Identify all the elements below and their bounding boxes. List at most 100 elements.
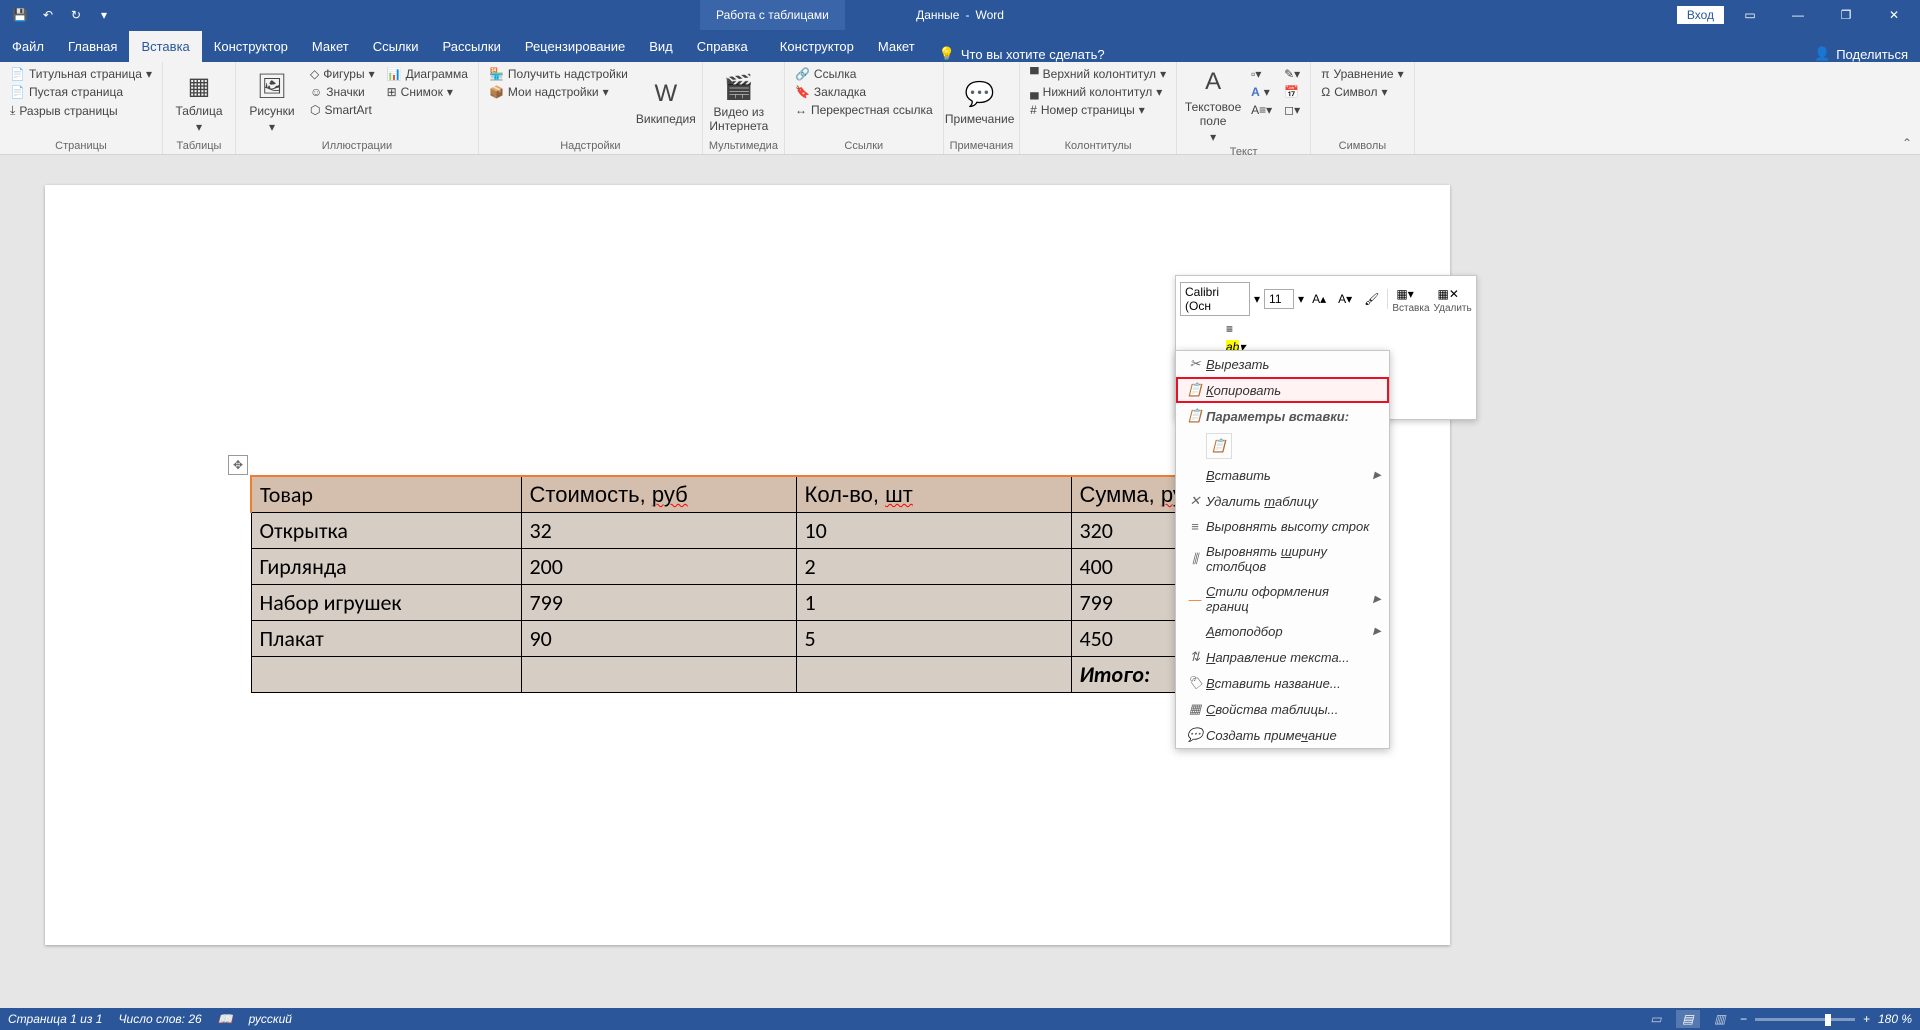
pictures-button[interactable]: 🖼 Рисунки ▾ (242, 66, 302, 138)
table-cell[interactable]: 200 (521, 549, 796, 585)
tab-home[interactable]: Главная (56, 31, 129, 62)
table-move-handle[interactable]: ✥ (228, 455, 248, 475)
crossref-button[interactable]: ↔Перекрестная ссылка (791, 102, 937, 118)
qat-customize[interactable]: ▾ (92, 3, 116, 27)
ctx-insert[interactable]: Вставить ▶ (1176, 463, 1389, 488)
page-number-button[interactable]: #Номер страницы▾ (1026, 102, 1170, 118)
icons-button[interactable]: ☺Значки (306, 84, 379, 100)
symbol-button[interactable]: ΩСимвол▾ (1317, 84, 1407, 100)
tab-table-design[interactable]: Конструктор (768, 31, 866, 62)
table-cell[interactable]: 10 (796, 513, 1071, 549)
ctx-distribute-cols[interactable]: ⫼ Выровнять ширину столбцов (1176, 539, 1389, 579)
login-button[interactable]: Вход (1677, 6, 1724, 24)
quick-parts-button[interactable]: ▫▾ (1247, 66, 1276, 82)
table-cell[interactable] (251, 657, 521, 693)
signature-button[interactable]: ✎▾ (1280, 66, 1304, 82)
tab-review[interactable]: Рецензирование (513, 31, 637, 62)
zoom-thumb[interactable] (1825, 1014, 1831, 1026)
comment-button[interactable]: 💬 Примечание (950, 66, 1010, 138)
undo-button[interactable]: ↶ (36, 3, 60, 27)
ribbon-display-options[interactable]: ▭ (1728, 0, 1772, 30)
ctx-distribute-rows[interactable]: ≡ Выровнять высоту строк (1176, 514, 1389, 539)
ctx-text-direction[interactable]: ⇅ Направление текста... (1176, 644, 1389, 670)
drop-cap-button[interactable]: A≡▾ (1247, 102, 1276, 118)
get-addins-button[interactable]: 🏪Получить надстройки (485, 66, 632, 82)
equation-button[interactable]: πУравнение▾ (1317, 66, 1407, 82)
wikipedia-button[interactable]: W Википедия (636, 66, 696, 138)
link-button[interactable]: 🔗Ссылка (791, 66, 937, 82)
minimize-button[interactable]: — (1776, 0, 1820, 30)
ctx-new-comment[interactable]: 💬 Создать примечание (1176, 722, 1389, 748)
table-cell[interactable]: Гирлянда (251, 549, 521, 585)
tab-help[interactable]: Справка (685, 31, 760, 62)
page-break-button[interactable]: ⤓Разрыв страницы (6, 102, 156, 119)
zoom-level[interactable]: 180 % (1878, 1012, 1912, 1026)
ctx-border-styles[interactable]: — Стили оформления границ ▶ (1176, 579, 1389, 619)
redo-button[interactable]: ↻ (64, 3, 88, 27)
insert-table-button[interactable]: ▦▾ (1392, 285, 1429, 303)
datetime-button[interactable]: 📅 (1280, 84, 1304, 100)
print-layout-button[interactable]: ▤ (1676, 1010, 1700, 1028)
header-button[interactable]: ▀Верхний колонтитул▾ (1026, 66, 1170, 82)
screenshot-button[interactable]: ⊞Снимок▾ (383, 84, 472, 100)
ctx-cut[interactable]: ✂ Вырезать (1176, 351, 1389, 377)
online-video-button[interactable]: 🎬 Видео из Интернета (709, 66, 769, 138)
zoom-slider[interactable] (1755, 1018, 1855, 1021)
table-cell[interactable]: Набор игрушек (251, 585, 521, 621)
ctx-table-properties[interactable]: ▦ Свойства таблицы... (1176, 696, 1389, 722)
tab-file[interactable]: Файл (0, 31, 56, 62)
table-header-cell[interactable]: Товар (251, 476, 521, 513)
ctx-insert-caption[interactable]: 🏷 Вставить название... (1176, 670, 1389, 696)
proofing-icon[interactable]: 📖 (218, 1012, 233, 1026)
page-indicator[interactable]: Страница 1 из 1 (8, 1012, 102, 1026)
bookmark-button[interactable]: 🔖Закладка (791, 84, 937, 100)
tab-references[interactable]: Ссылки (361, 31, 431, 62)
my-addins-button[interactable]: 📦Мои надстройки▾ (485, 84, 632, 100)
zoom-out-button[interactable]: − (1740, 1012, 1747, 1026)
language-indicator[interactable]: русский (249, 1012, 292, 1026)
chart-button[interactable]: 📊Диаграмма (383, 66, 472, 82)
table-cell[interactable]: 1 (796, 585, 1071, 621)
ctx-autofit[interactable]: Автоподбор ▶ (1176, 619, 1389, 644)
align-button[interactable]: ≡ (1222, 320, 1251, 338)
delete-table-button[interactable]: ▦✕ (1434, 285, 1472, 303)
shrink-font-button[interactable]: A▾ (1334, 290, 1356, 308)
ctx-delete-table[interactable]: ✕ Удалить таблицу (1176, 488, 1389, 514)
collapse-ribbon-button[interactable]: ⌃ (1902, 136, 1912, 150)
tab-table-layout[interactable]: Макет (866, 31, 927, 62)
document-area[interactable]: ✥ Товар Стоимость, руб Кол-во, шт Сумма,… (0, 155, 1920, 1008)
cover-page-button[interactable]: 📄Титульная страница▾ (6, 66, 156, 82)
tab-view[interactable]: Вид (637, 31, 685, 62)
ctx-copy[interactable]: 📋 Копировать (1176, 377, 1389, 403)
wordart-button[interactable]: A▾ (1247, 84, 1276, 100)
tell-me-search[interactable]: 💡 Что вы хотите сделать? (927, 46, 1117, 62)
table-cell[interactable]: 5 (796, 621, 1071, 657)
share-button[interactable]: 👤 Поделиться (1814, 46, 1908, 62)
tab-layout[interactable]: Макет (300, 31, 361, 62)
object-button[interactable]: ◻▾ (1280, 102, 1304, 118)
table-cell[interactable] (796, 657, 1071, 693)
table-cell[interactable] (521, 657, 796, 693)
save-button[interactable]: 💾 (8, 3, 32, 27)
grow-font-button[interactable]: A▴ (1308, 290, 1330, 308)
footer-button[interactable]: ▄Нижний колонтитул▾ (1026, 84, 1170, 100)
table-button[interactable]: ▦ Таблица ▾ (169, 66, 229, 138)
format-painter-button[interactable]: 🖌 (1360, 290, 1383, 308)
word-count[interactable]: Число слов: 26 (118, 1012, 201, 1026)
tab-design[interactable]: Конструктор (202, 31, 300, 62)
shapes-button[interactable]: ◇Фигуры▾ (306, 66, 379, 82)
table-cell[interactable]: Открытка (251, 513, 521, 549)
font-size-selector[interactable]: 11 (1264, 289, 1294, 309)
table-cell[interactable]: 32 (521, 513, 796, 549)
table-cell[interactable]: 2 (796, 549, 1071, 585)
font-selector[interactable]: Calibri (Осн (1180, 282, 1250, 316)
table-cell[interactable]: 799 (521, 585, 796, 621)
web-layout-button[interactable]: ▥ (1708, 1010, 1732, 1028)
table-header-cell[interactable]: Стоимость, руб (521, 476, 796, 513)
table-header-cell[interactable]: Кол-во, шт (796, 476, 1071, 513)
table-cell[interactable]: 90 (521, 621, 796, 657)
tab-mailings[interactable]: Рассылки (430, 31, 512, 62)
tab-insert[interactable]: Вставка (129, 31, 201, 62)
paste-keep-source-button[interactable]: 📋 (1206, 433, 1232, 459)
read-mode-button[interactable]: ▭ (1644, 1010, 1668, 1028)
